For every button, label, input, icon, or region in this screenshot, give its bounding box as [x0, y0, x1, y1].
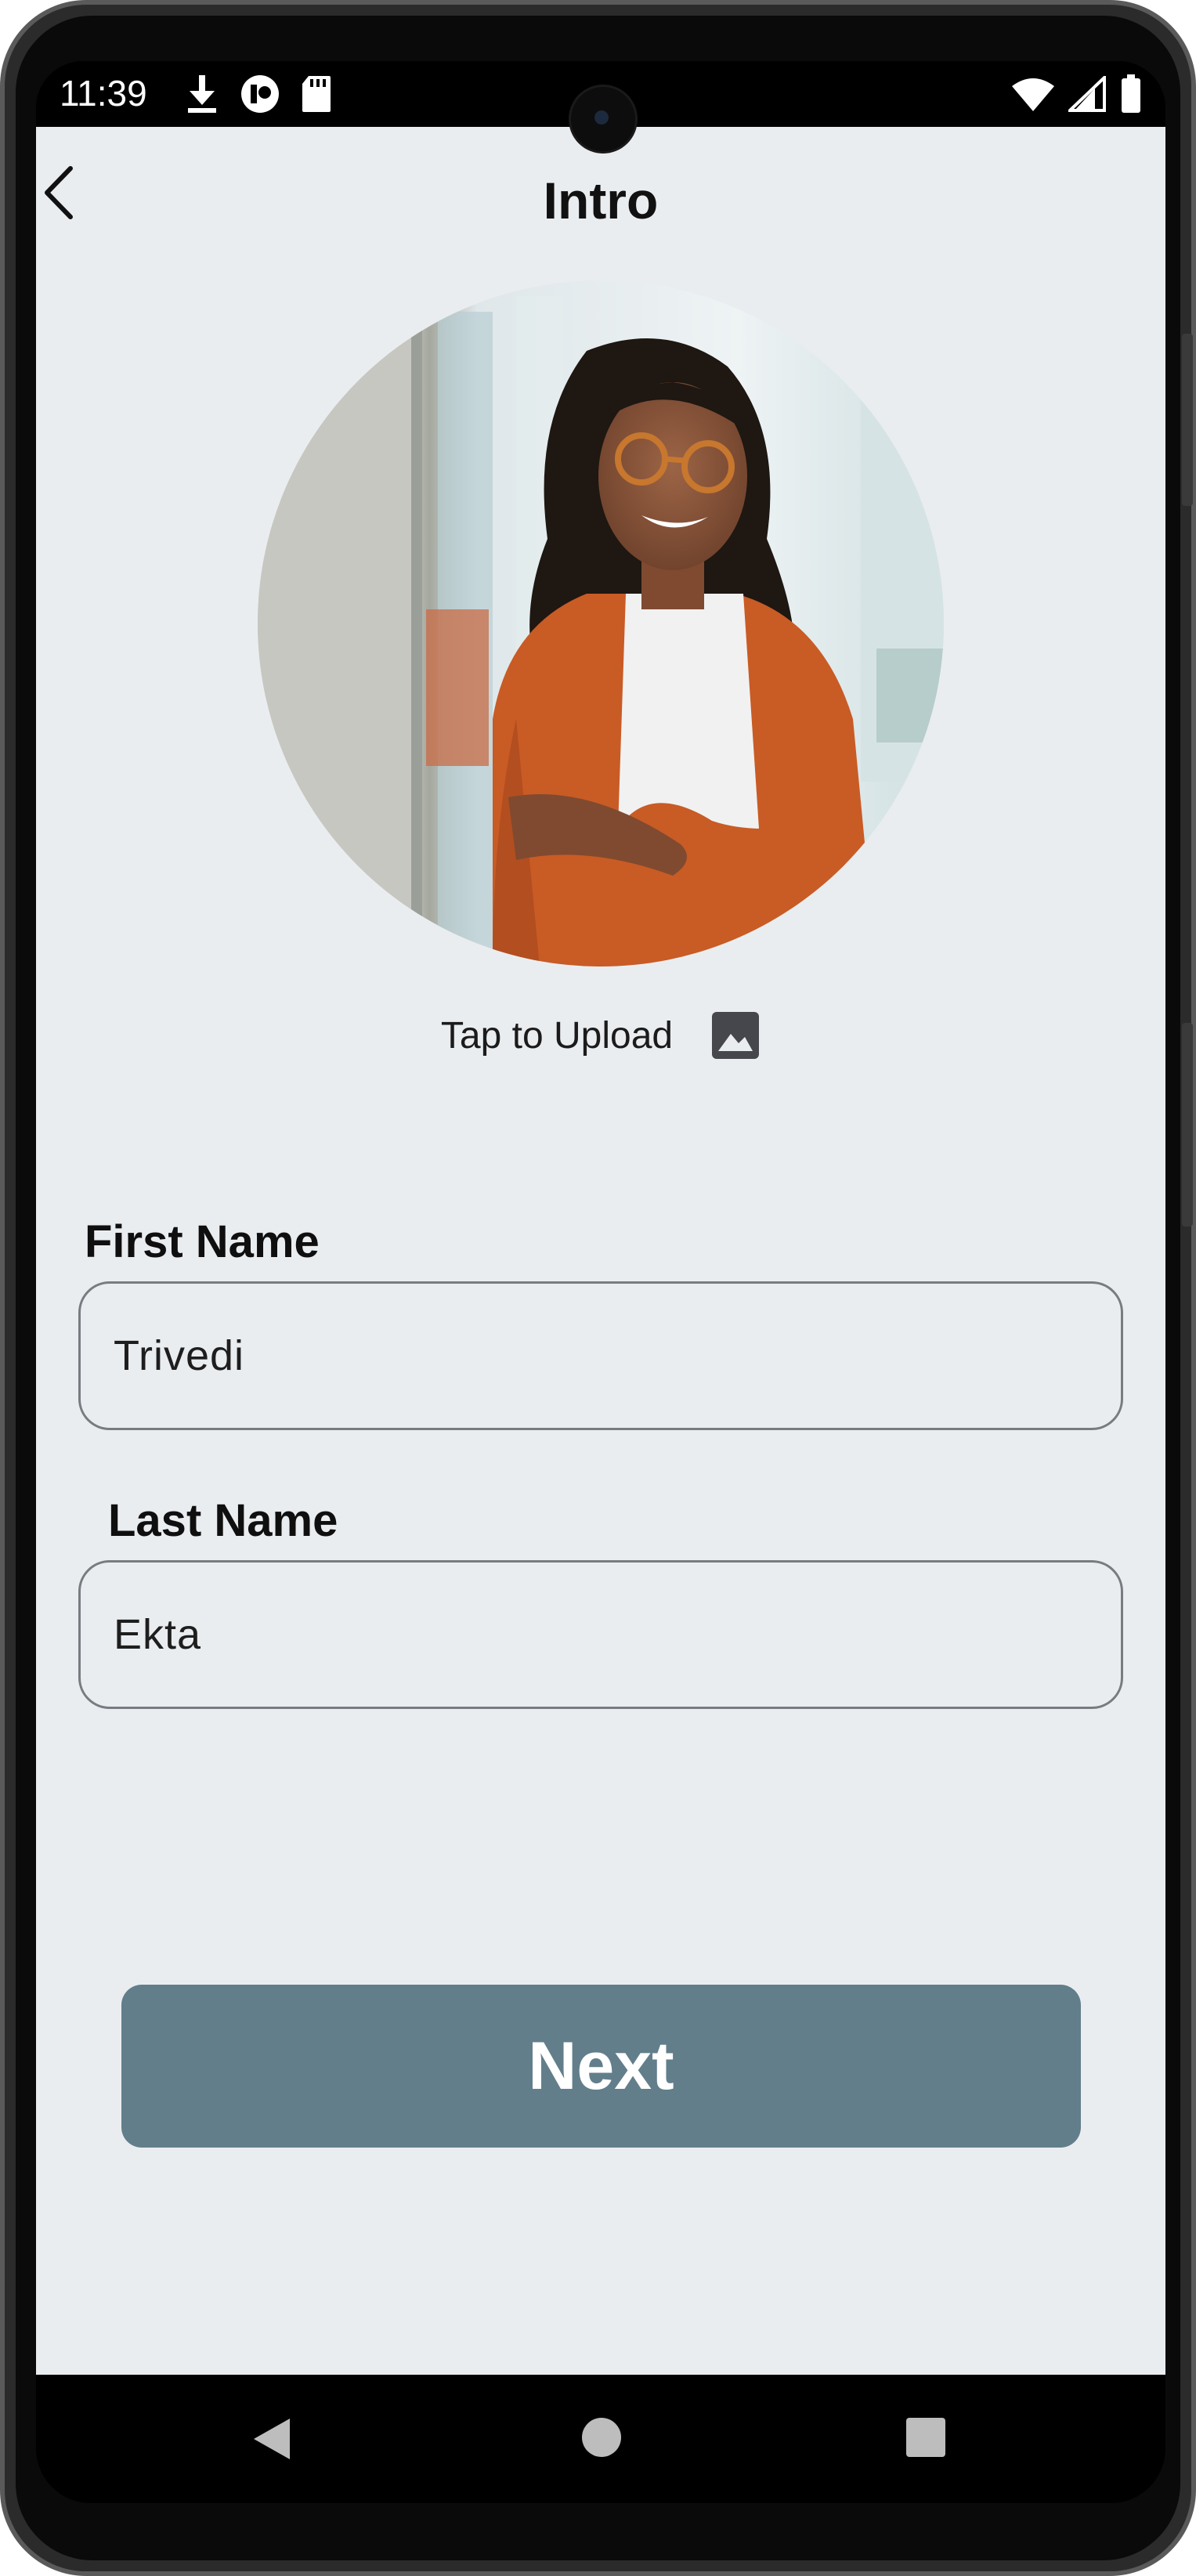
profile-photo-image — [258, 280, 944, 966]
status-icons-left — [185, 72, 332, 116]
system-nav-bar — [36, 2375, 1165, 2503]
wifi-icon — [1012, 78, 1054, 111]
upload-label[interactable]: Tap to Upload — [441, 1014, 673, 1057]
profile-photo[interactable] — [258, 280, 944, 966]
first-name-label: First Name — [85, 1216, 320, 1267]
upload-row[interactable]: Tap to Upload — [36, 1010, 1165, 1060]
sd-card-icon — [302, 76, 331, 112]
first-name-field[interactable] — [78, 1281, 1123, 1430]
battery-icon — [1122, 74, 1140, 113]
last-name-input[interactable] — [81, 1563, 1121, 1707]
status-time: 11:39 — [60, 73, 147, 114]
image-icon[interactable] — [710, 1010, 761, 1060]
device-screen: 11:39 Intro Tap to Upload First Name Tri… — [36, 61, 1165, 2503]
status-icons-right — [1012, 72, 1142, 116]
page-title: Intro — [543, 172, 659, 229]
volume-button — [1182, 334, 1193, 506]
last-name-field[interactable] — [78, 1560, 1123, 1709]
vpn-icon — [241, 75, 279, 113]
next-button[interactable]: Next — [121, 1985, 1081, 2148]
phone-frame: 11:39 Intro Tap to Upload First Name Tri… — [0, 0, 1196, 2576]
first-name-input[interactable] — [81, 1284, 1121, 1428]
signal-icon — [1068, 76, 1106, 112]
power-button — [1182, 1023, 1193, 1227]
nav-recent-apps-icon[interactable] — [904, 2415, 948, 2459]
nav-back-icon[interactable] — [249, 2415, 296, 2462]
intro-screen: Intro Tap to Upload First Name Trivedi L… — [36, 127, 1165, 2375]
front-camera — [569, 85, 638, 154]
download-icon — [188, 75, 216, 113]
last-name-label: Last Name — [108, 1495, 338, 1546]
nav-home-icon[interactable] — [580, 2415, 623, 2459]
